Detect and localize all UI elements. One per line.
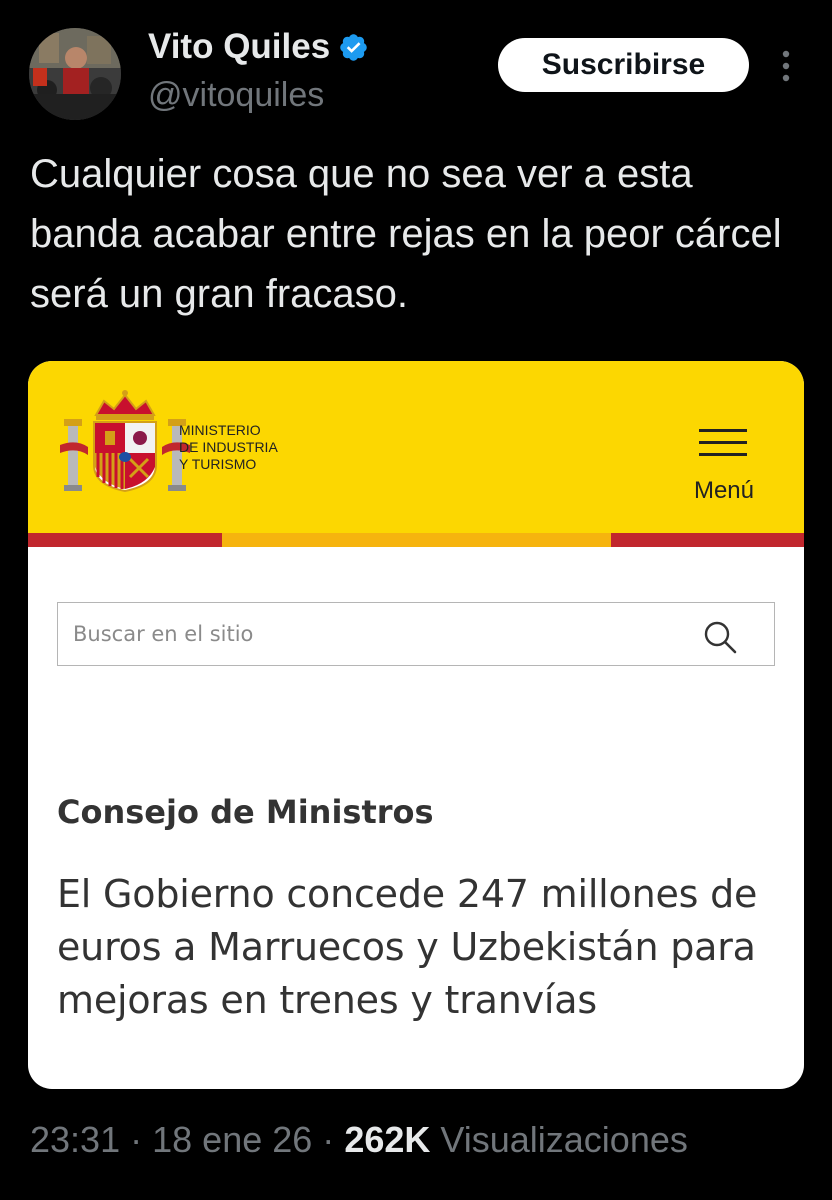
author-name[interactable]: Vito Quiles	[148, 27, 369, 67]
tweet-text: Cualquier cosa que no sea ver a esta ban…	[30, 152, 782, 316]
tweet-date[interactable]: 18 ene 26	[152, 1119, 312, 1160]
menu-icon-bar-2	[699, 441, 747, 444]
header-stripe-red-right	[611, 533, 804, 547]
avatar-photo	[29, 28, 121, 120]
ministry-name: MINISTERIO DE INDUSTRIA Y TURISMO	[179, 422, 278, 472]
menu-label: Menú	[693, 477, 755, 504]
menu-icon-bar-1	[699, 429, 747, 432]
search-icon[interactable]	[700, 617, 740, 657]
more-vertical-icon[interactable]	[774, 46, 798, 86]
views-label: Visualizaciones	[440, 1119, 688, 1160]
author-name-text[interactable]: Vito Quiles	[148, 27, 330, 67]
header-stripe-red-left	[28, 533, 222, 547]
tweet-time[interactable]: 23:31	[30, 1119, 120, 1160]
tweet-media-card[interactable]: MINISTERIO DE INDUSTRIA Y TURISMO Menú C…	[28, 361, 804, 1089]
header-stripe-gold	[222, 533, 611, 547]
coat-of-arms-logo	[60, 390, 190, 493]
verified-badge-icon	[340, 33, 367, 61]
tweet-meta: 23:31 · 18 ene 26 · 262K Visualizaciones	[30, 1119, 688, 1161]
views-count: 262K	[344, 1119, 431, 1160]
subscribe-button[interactable]: Suscribirse	[498, 38, 749, 92]
meta-separator: ·	[322, 1119, 335, 1160]
meta-separator: ·	[130, 1119, 143, 1160]
site-search-box[interactable]	[57, 602, 775, 666]
site-search-input[interactable]	[71, 603, 675, 665]
section-title: Consejo de Ministros	[57, 793, 434, 831]
menu-icon-bar-3	[699, 453, 747, 456]
news-headline[interactable]: El Gobierno concede 247 millones de euro…	[57, 868, 787, 1027]
author-avatar[interactable]	[29, 28, 121, 120]
gov-site-header: MINISTERIO DE INDUSTRIA Y TURISMO Menú	[28, 361, 804, 533]
author-handle[interactable]: @vitoquiles	[148, 76, 324, 115]
menu-button[interactable]: Menú	[674, 421, 784, 511]
